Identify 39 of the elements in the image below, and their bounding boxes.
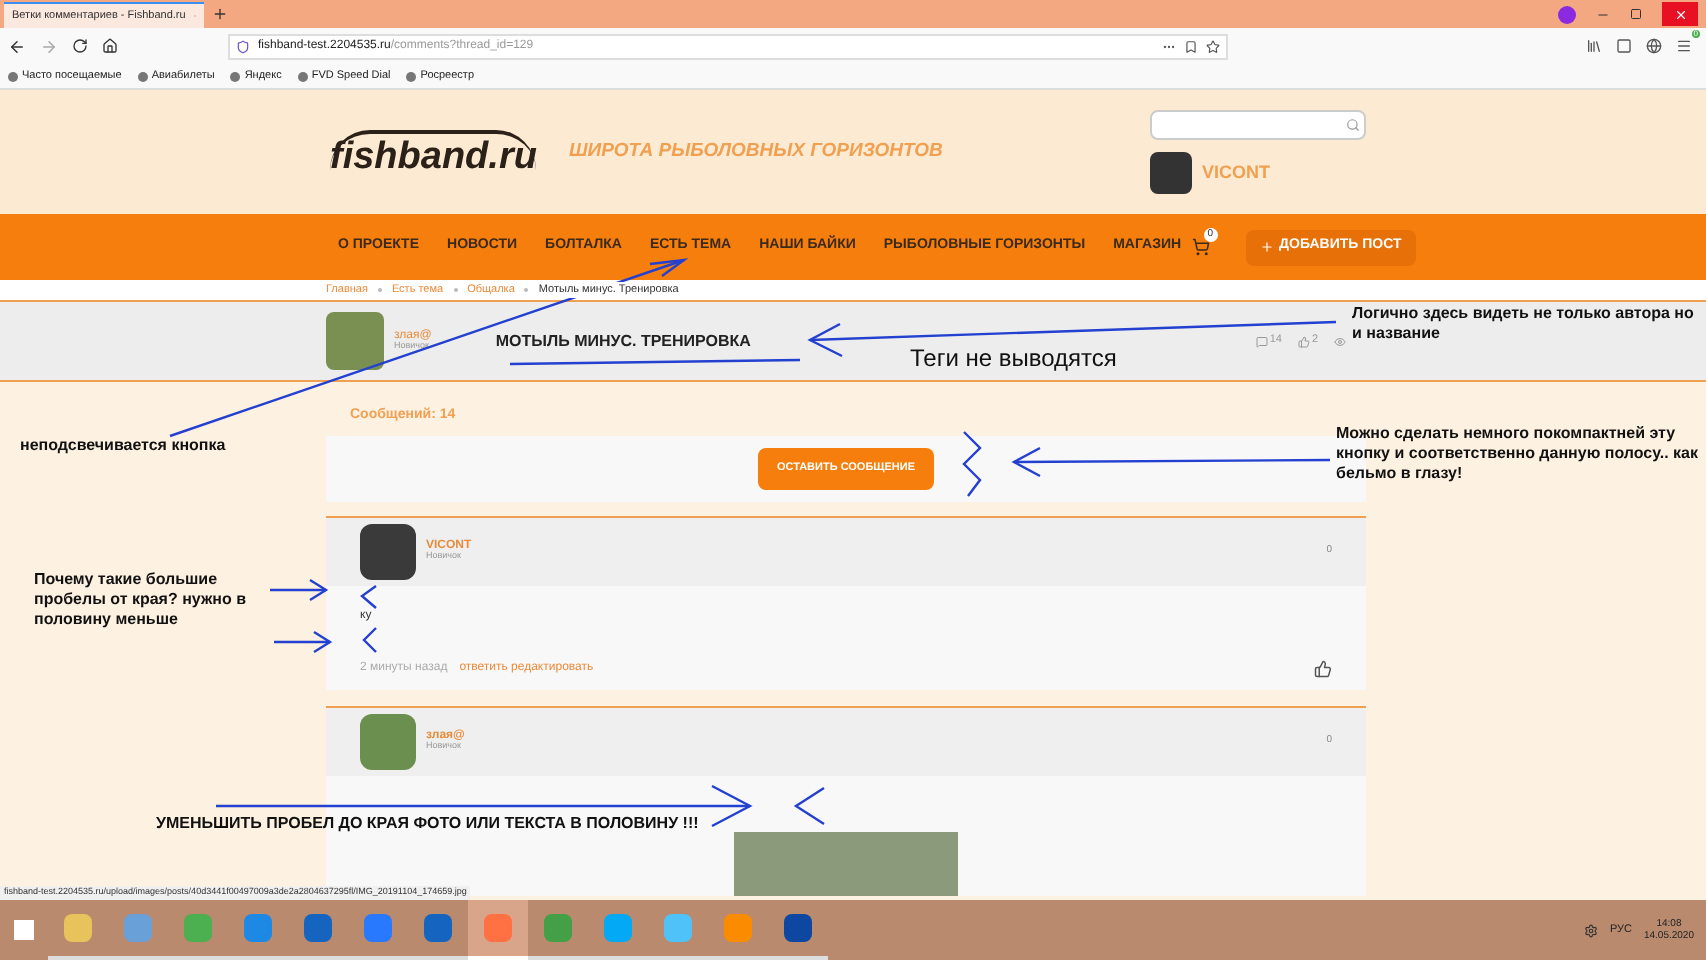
site-logo[interactable]: fishband.ru: [330, 129, 537, 175]
cart-icon[interactable]: [1191, 238, 1210, 256]
home-icon[interactable]: [102, 38, 118, 54]
annotation-note: УМЕНЬШИТЬ ПРОБЕЛ ДО КРАЯ ФОТО ИЛИ ТЕКСТА В ПОЛОВИНУ !!!: [156, 814, 699, 834]
star-icon[interactable]: [1206, 39, 1220, 53]
back-icon[interactable]: [8, 37, 26, 55]
user-avatar[interactable]: [1150, 152, 1192, 194]
site-slogan: ШИРОТА РЫБОЛОВНЫХ ГОРИЗОНТОВ: [568, 137, 943, 166]
chevron-mark: [793, 787, 825, 825]
annotation-arrow: [270, 579, 329, 601]
like-icon[interactable]: [1314, 660, 1332, 678]
zigzag-mark: [962, 431, 982, 497]
maximize-icon[interactable]: [1630, 8, 1642, 20]
annotation-note: неподсвечивается кнопка: [20, 436, 226, 456]
shield-icon: [236, 39, 250, 53]
tray-icon[interactable]: [1583, 923, 1598, 937]
annotation-note: Логично здесь видеть не только автора но и название: [1352, 304, 1696, 344]
search-field[interactable]: [1150, 110, 1366, 140]
chevron-mark: [360, 585, 377, 609]
new-tab-icon[interactable]: [212, 6, 228, 22]
search-icon: [1346, 118, 1360, 132]
thread-title: МОТЫЛЬ МИНУС. ТРЕНИРОВКА: [495, 329, 751, 353]
annotation-arrow: [274, 631, 333, 653]
annotation-note: Теги не выводятся: [910, 344, 1117, 374]
avatar-image: [360, 713, 416, 769]
close-icon: [1673, 7, 1687, 21]
library-icon[interactable]: [1586, 38, 1602, 54]
views-icon: [1334, 335, 1346, 347]
menu-icon[interactable]: [1676, 38, 1692, 54]
forward-icon[interactable]: [40, 37, 58, 55]
sidebar-icon[interactable]: [1616, 38, 1632, 54]
pocket-icon[interactable]: [1184, 39, 1198, 53]
globe-icon[interactable]: [1646, 38, 1662, 54]
reload-icon[interactable]: [72, 38, 88, 54]
plus-icon: [1259, 240, 1274, 254]
annotation-note: Почему такие большие пробелы от края? нужно в половину меньше: [34, 570, 248, 630]
avatar-image: [360, 523, 416, 579]
chevron-mark: [362, 627, 377, 653]
annotation-note: Можно сделать немного покомпактней эту кнопку и соответственно данную полосу.. как бельмо в глазу!: [1336, 424, 1700, 484]
